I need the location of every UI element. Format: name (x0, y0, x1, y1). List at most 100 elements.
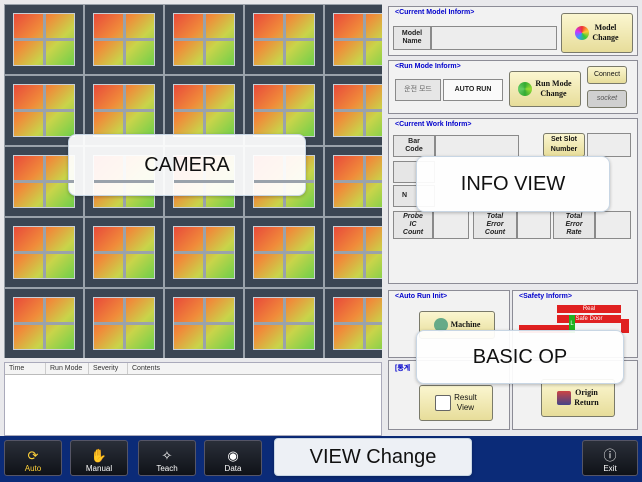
bar-code-label: Bar Code (393, 135, 435, 157)
origin-icon (557, 391, 572, 405)
document-icon (435, 395, 452, 411)
total-error-count-value (517, 211, 551, 239)
chip-die (173, 84, 235, 137)
total-error-count-label: Total Error Count (473, 211, 517, 239)
log-col-time: Time (5, 363, 46, 374)
machine-label: Machine (450, 320, 481, 329)
probe-ic-count-value (433, 211, 469, 239)
camera-chip (324, 288, 382, 358)
log-col-run-mode: Run Mode (46, 363, 89, 374)
recycle-icon (518, 82, 533, 96)
camera-chip (4, 288, 84, 358)
set-slot-number-button[interactable]: Set Slot Number (543, 133, 585, 157)
safety-door-indicator: Safe Door (557, 315, 621, 323)
camera-chip (84, 4, 164, 75)
camera-chip-grid (4, 4, 382, 358)
nav-manual-label: Manual (85, 464, 113, 473)
result-view-label: Result View (454, 393, 477, 412)
chip-die (13, 226, 75, 279)
panel-title: <Current Model Inform> (395, 9, 475, 16)
chip-die (253, 13, 315, 66)
camera-chip (164, 288, 244, 358)
run-mode-value: AUTO RUN (443, 79, 503, 101)
camera-chip (324, 75, 382, 146)
panel-title: <Current Work Inform> (395, 121, 472, 128)
wand-icon: ✧ (161, 448, 173, 463)
nav-teach-button[interactable]: ✧ Teach (138, 440, 196, 476)
view-change-overlay-label: VIEW Change (274, 438, 472, 476)
total-error-rate-value (595, 211, 631, 239)
chip-die (173, 13, 235, 66)
model-change-button[interactable]: Model Change (561, 13, 633, 53)
nav-data-button[interactable]: ◉ Data (204, 440, 262, 476)
chip-die (253, 84, 315, 137)
result-view-button[interactable]: Result View (419, 385, 493, 421)
camera-chip (244, 288, 324, 358)
refresh-icon: ⟳ (27, 448, 39, 463)
chip-die (173, 226, 235, 279)
socket-button[interactable]: socket (587, 90, 627, 108)
camera-chip (164, 4, 244, 75)
nav-data-label: Data (224, 464, 242, 473)
nav-auto-button[interactable]: ⟳ Auto (4, 440, 62, 476)
panel-title: [통계 (395, 365, 411, 372)
run-mode-change-button[interactable]: Run Mode Change (509, 71, 581, 107)
log-col-contents: Contents (132, 365, 161, 372)
info-view-overlay-label: INFO VIEW (416, 156, 610, 212)
chip-die (93, 226, 155, 279)
camera-chip (324, 146, 382, 217)
disc-icon: ◉ (227, 448, 239, 463)
event-log: Time Run Mode Severity Contents (4, 362, 382, 436)
nav-teach-label: Teach (156, 464, 178, 473)
probe-ic-count-label: Probe IC Count (393, 211, 433, 239)
chip-die (253, 297, 315, 350)
chip-die (173, 297, 235, 350)
basic-op-overlay-label: BASIC OP (416, 330, 624, 384)
info-icon: ⓘ (603, 448, 617, 463)
camera-view (4, 4, 382, 358)
camera-overlay-label: CAMERA (68, 134, 306, 196)
camera-chip (244, 4, 324, 75)
nav-exit-label: Exit (603, 464, 617, 473)
safety-real-indicator: Real (557, 305, 621, 313)
recycle-icon (575, 26, 590, 40)
chip-die (93, 13, 155, 66)
chip-die (93, 297, 155, 350)
run-mode-korean-label: 운전 모드 (395, 79, 441, 101)
run-mode-panel: <Run Mode Inform> 운전 모드 AUTO RUN Run Mod… (388, 60, 638, 114)
chip-die (333, 13, 382, 66)
model-change-label: Model Change (592, 23, 619, 42)
hand-icon: ✋ (90, 448, 108, 463)
run-mode-change-label: Run Mode Change (535, 79, 572, 98)
chip-die (253, 226, 315, 279)
chip-die (333, 226, 382, 279)
bar-code-value (435, 135, 519, 157)
camera-chip (324, 217, 382, 288)
chip-die (333, 84, 382, 137)
chip-die (93, 84, 155, 137)
chip-die (13, 155, 75, 208)
nav-auto-label: Auto (24, 464, 42, 473)
total-error-rate-label: Total Error Rate (553, 211, 595, 239)
chip-die (13, 297, 75, 350)
panel-title: <Auto Run Init> (395, 293, 448, 300)
model-name-label: Model Name (393, 26, 431, 50)
origin-return-button[interactable]: Origin Return (541, 379, 615, 417)
camera-chip (84, 288, 164, 358)
chip-die (13, 13, 75, 66)
log-col-severity: Severity (89, 363, 128, 374)
log-header: Time Run Mode Severity Contents (5, 363, 381, 375)
chip-die (333, 155, 382, 208)
current-model-panel: <Current Model Inform> Model Name Model … (388, 6, 638, 56)
panel-title: <Run Mode Inform> (395, 63, 461, 70)
camera-chip (84, 217, 164, 288)
model-name-value (431, 26, 557, 50)
camera-chip (324, 4, 382, 75)
camera-chip (164, 217, 244, 288)
connect-button[interactable]: Connect (587, 66, 627, 84)
camera-chip (244, 217, 324, 288)
camera-chip (4, 217, 84, 288)
nav-manual-button[interactable]: ✋ Manual (70, 440, 128, 476)
chip-die (13, 84, 75, 137)
nav-exit-button[interactable]: ⓘ Exit (582, 440, 638, 476)
